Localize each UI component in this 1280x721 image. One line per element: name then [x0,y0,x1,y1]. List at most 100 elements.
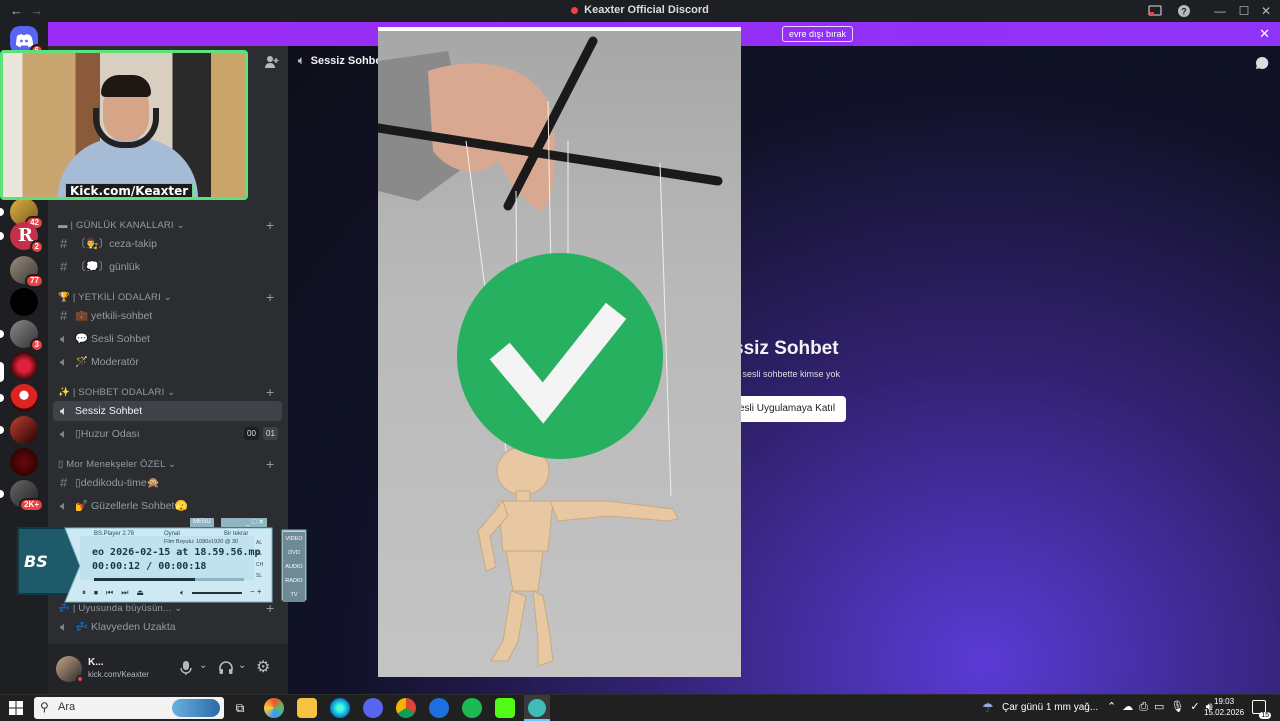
server-icon[interactable] [10,448,38,476]
channel-header: 🔈︎ Sessiz Sohbet [298,55,385,68]
screen-share-icon[interactable] [1147,3,1163,19]
spotify-icon[interactable] [462,698,482,718]
puppet-illustration [378,36,723,667]
volume-adjust-icon[interactable]: − + [250,587,262,596]
bsplayer-window-controls[interactable]: _ □ ✕ [221,518,267,527]
copilot-icon[interactable] [264,698,284,718]
channel-sessiz-sohbet[interactable]: 🔈︎ Sessiz Sohbet [53,401,282,421]
weather-icon: ☂ [982,700,994,715]
clock-date[interactable]: 15.02.2026 [1204,708,1244,717]
server-icon[interactable]: 3 [10,320,44,352]
bsplayer-pl-button[interactable]: PL [256,549,263,560]
category-yetkili[interactable]: 🏆 | YETKİLİ ODALARI ⌄ + [58,289,274,305]
bsplayer-radio-button[interactable]: RADIO [283,574,305,588]
add-channel-icon[interactable]: + [266,289,274,305]
server-icon[interactable]: 77 [10,256,44,288]
wooden-mannequin [477,446,679,667]
join-voice-button[interactable]: esli Uygulamaya Katıl [735,396,847,422]
bsplayer-window: BS MENU _ □ ✕ BS.Player 2.78 Oynat Bir t… [10,516,308,608]
dolphin-search-highlight-icon [172,699,220,717]
clock-time[interactable]: 19:03 [1214,697,1234,706]
channel-huzur-odasi[interactable]: 🔈︎ ▯Huzur Odası 00 01 [53,424,282,444]
channel-yetkili-sohbet[interactable]: # 💼 yetkili-sohbet [53,306,282,326]
bsplayer-taskbar-icon[interactable] [524,695,550,721]
server-icon[interactable] [10,352,38,380]
bsplayer-small-buttons[interactable]: AL PL CH SL [256,538,263,582]
bsplayer-al-button[interactable]: AL [256,538,263,549]
minimize-icon[interactable]: — [1212,3,1228,19]
microphone-icon[interactable] [179,660,193,676]
notice-action-button[interactable]: evre dışı bırak [782,26,854,42]
windows-start-icon[interactable] [9,701,23,715]
bsplayer-tv-button[interactable]: TV [283,588,305,602]
task-view-icon[interactable]: ⧉ [230,698,250,718]
server-icon[interactable] [10,288,38,316]
channel-gunluk[interactable]: # 〔💭〕günlük [53,257,282,277]
gear-icon[interactable]: ⚙ [256,657,270,677]
add-channel-icon[interactable]: + [266,384,274,400]
close-window-icon[interactable]: ✕ [1258,3,1274,19]
channel-label: 💤 Klavyeden Uzakta [75,621,176,633]
channel-moderator[interactable]: 🔈︎ 🪄 Moderatör [53,352,282,372]
channel-guzellerle-sohbet[interactable]: 🔈︎ 💅 Güzellerle Sohbet🫣 [53,496,282,516]
add-channel-icon[interactable]: + [266,456,274,472]
unread-pip [0,394,4,402]
chevron-down-icon[interactable]: ⌄ [238,660,246,671]
chrome-icon[interactable] [396,698,416,718]
notification-badge: 77 [25,274,44,288]
unread-pip [0,232,4,240]
category-gunluk[interactable]: ▬ | GÜNLÜK KANALLARI ⌄ + [58,217,274,233]
notice-close-icon[interactable]: ✕ [1259,26,1270,42]
system-tray-icons[interactable]: ⌃☁⎙▭🎙︎✓🔊︎ [1107,700,1219,714]
channel-klavyeden-uzakta[interactable]: 🔈︎ 💤 Klavyeden Uzakta [53,617,282,637]
bsplayer-repeat: Bir tekrar [224,531,249,537]
category-mor-menekseler[interactable]: ▯ Mor Menekşeler ÖZEL ⌄ + [58,456,274,472]
channel-ceza-takip[interactable]: # 〔👨‍⚖️〕ceza-takip [53,234,282,254]
chat-bubble-icon[interactable] [1254,55,1270,71]
bsplayer-filename: eo 2026-02-15 at 18.59.56.mp [92,547,261,558]
bsplayer-sl-button[interactable]: SL [256,571,263,582]
bsplayer-seek-bar[interactable] [94,578,244,581]
server-icon[interactable]: R 2 [10,222,44,254]
bsplayer-video-button[interactable]: VIDEO [283,532,305,546]
bsplayer-volume-slider[interactable] [192,592,242,594]
category-sohbet[interactable]: ✨ | SOHBET ODALARI ⌄ + [58,384,274,400]
kick-icon[interactable] [495,698,515,718]
channel-sesli-sohbet[interactable]: 🔈︎ 💬 Sesli Sohbet [53,329,282,349]
file-explorer-icon[interactable] [297,698,317,718]
server-icon[interactable] [10,416,38,444]
user-name: K... [88,657,104,668]
category-label: ▯ Mor Menekşeler ÖZEL ⌄ [58,459,177,470]
help-icon[interactable]: ? [1176,3,1192,19]
edge-icon[interactable] [330,698,350,718]
unread-pip [0,208,4,216]
search-placeholder: Ara [58,701,76,713]
voice-channel-subtitle: n sesli sohbette kimse yok [735,369,841,379]
app-icon[interactable] [429,698,449,718]
weather-text[interactable]: Çar günü 1 mm yağ... [1002,702,1098,713]
add-channel-icon[interactable]: + [266,217,274,233]
volume-icon[interactable]: 🔈︎ [180,588,185,598]
invite-people-icon[interactable] [264,54,280,70]
bsplayer-audio-button[interactable]: AUDIO [283,560,305,574]
notification-count-badge: 15 [1259,712,1271,719]
bsplayer-ch-button[interactable]: CH [256,560,263,571]
bsplayer-side-panel: VIDEO DVD AUDIO RADIO TV [283,532,305,602]
search-icon: ⚲ [40,700,49,714]
notification-icon[interactable]: 15 [1252,700,1271,719]
bsplayer-logo: BS [24,552,48,571]
channel-dedikodu-time[interactable]: # ▯dedikodu-time🙊 [53,473,282,493]
headphones-icon[interactable] [218,660,234,676]
server-icon[interactable]: 2K+ [10,480,44,512]
chevron-down-icon[interactable]: ⌄ [199,660,207,671]
bsplayer-transport-controls[interactable]: ⏸⏹⏮⏭⏏ [82,588,152,598]
bsplayer-menu-button[interactable]: MENU [190,518,214,527]
unread-pip [0,330,4,338]
bsplayer-dvd-button[interactable]: DVD [283,546,305,560]
taskbar-search[interactable]: ⚲ Ara [34,697,224,719]
user-count-badge: 00 [244,427,259,440]
user-panel: K... kick.com/Keaxter ⌄ ⌄ ⚙ [48,644,288,694]
server-icon[interactable] [10,384,38,412]
discord-taskbar-icon[interactable] [363,698,383,718]
maximize-icon[interactable]: ☐ [1236,3,1252,19]
